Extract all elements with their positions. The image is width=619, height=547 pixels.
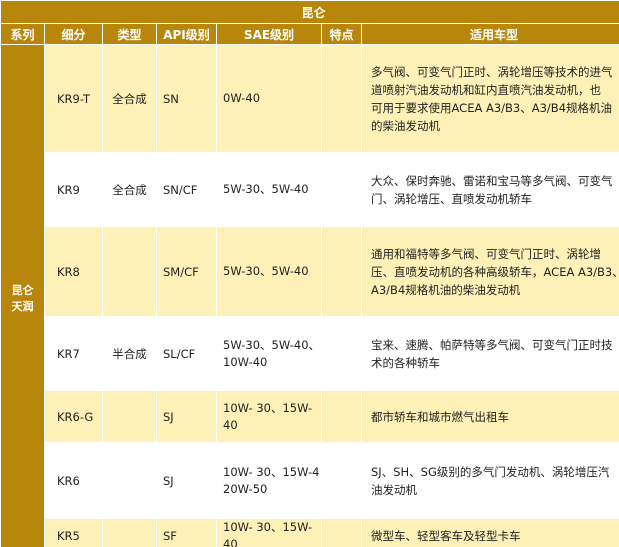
models-line: 微型车、轻型客车及轻型卡车 [371,529,521,543]
oil-spec-table: 昆仑 系列 细分 类型 API级别 SAE级别 特点 适用车型 昆仑 天润 KR… [0,0,619,547]
models-cell: 大众、保时奔驰、雷诺和宝马等多气阀、可变气 门、涡轮增压、直喷发动机轿车 [360,152,619,227]
sae-cell: 10W- 30、15W-40 [216,390,322,443]
models-cell: 都市轿车和城市燃气出租车 [360,390,619,443]
series-cell: 昆仑 天润 [0,44,45,547]
models-line: 通用和福特等多气阀、可变气门正时、涡轮增 [371,246,601,261]
table-row: KR6-G SJ 10W- 30、15W-40 都市轿车和城市燃气出租车 [1,390,619,443]
feature-cell [321,152,362,227]
models-line: 都市轿车和城市燃气出租车 [371,409,509,424]
sae-cell: 10W- 30、15W-40 [216,518,322,547]
models-line: 的柴油发动机 [371,118,440,133]
sae-line: 10W-40 [223,354,268,369]
table-title: 昆仑 [0,0,619,24]
table-row: KR8 SM/CF 5W-30、5W-40 通用和福特等多气阀、可变气门正时、涡… [1,226,619,317]
feature-cell [321,442,362,519]
code-cell: KR6-G [44,390,103,443]
sae-cell: 5W-30、5W-40 [216,226,322,317]
header-row: 系列 细分 类型 API级别 SAE级别 特点 适用车型 [0,23,619,45]
feature-cell [321,44,362,153]
models-line: 大众、保时奔驰、雷诺和宝马等多气阀、可变气 [371,173,613,188]
series-label-line: 天润 [11,300,34,313]
models-line: A3/B4规格机油的柴油发动机 [371,282,521,297]
models-cell: 通用和福特等多气阀、可变气门正时、涡轮增 压、直喷发动机的各种高级轿车，ACEA… [360,226,619,317]
sae-cell: 0W-40 [216,44,322,153]
table-row: 昆仑 天润 KR9-T 全合成 SN 0W-40 多气阀、可变气门正时、涡轮增压… [0,44,619,547]
header-feature: 特点 [321,23,362,45]
models-cell: 微型车、轻型客车及轻型卡车 [360,518,619,547]
models-line: 多气阀、可变气门正时、涡轮增压等技术的进气 [371,64,613,79]
header-subdivision: 细分 [44,23,103,45]
api-cell: SM/CF [156,226,217,317]
models-cell: 多气阀、可变气门正时、涡轮增压等技术的进气 道喷射汽油发动机和缸内直喷汽油发动机… [360,44,619,153]
api-cell: SF [156,518,217,547]
models-cell: 宝来、速腾、帕萨特等多气阀、可变气门正时技 术的各种轿车 [360,316,619,391]
header-type: 类型 [102,23,157,45]
models-line: 油发动机 [371,482,417,497]
models-line: 可用于要求使用ACEA A3/B3、A3/B4规格机油 [371,100,613,115]
type-cell [102,518,157,547]
code-cell: KR9 [44,152,103,227]
sae-cell: 5W-30、5W-40 [216,152,322,227]
table-row: KR6 SJ 10W- 30、15W-4 20W-50 SJ、SH、SG级别的多… [1,442,619,519]
type-cell: 半合成 [102,316,157,391]
header-applicable-models: 适用车型 [360,23,619,45]
feature-cell [321,390,362,443]
sae-line: 5W-30、5W-40、 [223,337,321,352]
models-line: SJ、SH、SG级别的多气门发动机、涡轮增压汽 [371,464,610,479]
header-series: 系列 [0,23,45,45]
spec-table-container: 昆仑 系列 细分 类型 API级别 SAE级别 特点 适用车型 昆仑 天润 KR… [0,0,619,547]
code-cell: KR7 [44,316,103,391]
models-cell: SJ、SH、SG级别的多气门发动机、涡轮增压汽 油发动机 [360,442,619,519]
code-cell: KR6 [44,442,103,519]
sae-cell: 5W-30、5W-40、 10W-40 [216,316,322,391]
series-label-line: 昆仑 [11,284,34,297]
table-row: KR5 SF 10W- 30、15W-40 微型车、轻型客车及轻型卡车 [1,518,619,547]
table-row: KR9 全合成 SN/CF 5W-30、5W-40 大众、保时奔驰、雷诺和宝马等… [1,152,619,227]
code-cell: KR9-T [44,44,103,153]
feature-cell [321,316,362,391]
feature-cell [321,518,362,547]
header-sae-level: SAE级别 [216,23,322,45]
code-cell: KR5 [44,518,103,547]
models-line: 门、涡轮增压、直喷发动机轿车 [371,191,532,206]
api-cell: SJ [156,442,217,519]
header-api-level: API级别 [156,23,217,45]
api-cell: SL/CF [156,316,217,391]
api-cell: SJ [156,390,217,443]
type-cell: 全合成 [102,44,157,153]
models-line: 宝来、速腾、帕萨特等多气阀、可变气门正时技 [371,337,613,352]
models-line: 压、直喷发动机的各种高级轿车，ACEA A3/B3、 [371,264,619,279]
type-cell [102,442,157,519]
models-line: 道喷射汽油发动机和缸内直喷汽油发动机，也 [371,82,601,97]
models-line: 术的各种轿车 [371,355,440,370]
api-cell: SN/CF [156,152,217,227]
title-row: 昆仑 [0,0,619,24]
sae-line: 10W- 30、15W-4 [223,464,320,479]
api-cell: SN [156,44,217,153]
sae-line: 20W-50 [223,481,268,496]
table-row: KR7 半合成 SL/CF 5W-30、5W-40、 10W-40 宝来、速腾、… [1,316,619,391]
type-cell [102,390,157,443]
sae-cell: 10W- 30、15W-4 20W-50 [216,442,322,519]
type-cell: 全合成 [102,152,157,227]
feature-cell [321,226,362,317]
code-cell: KR8 [44,226,103,317]
type-cell [102,226,157,317]
